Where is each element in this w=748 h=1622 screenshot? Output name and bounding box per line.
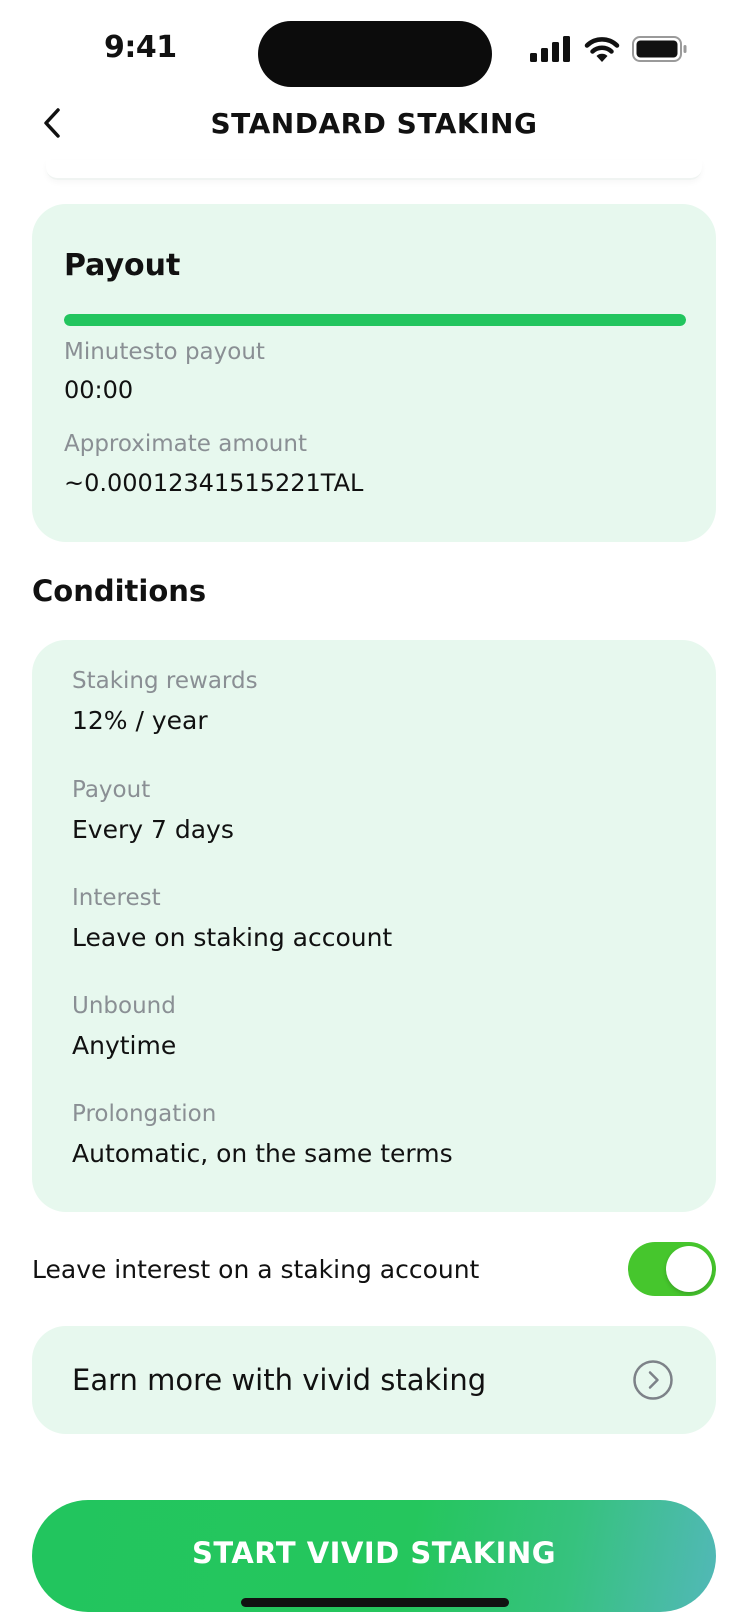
payout-card: Payout Minutesto payout 00:00 Approximat… [32, 204, 716, 542]
wifi-icon [584, 37, 620, 62]
minutes-to-payout-value: 00:00 [64, 376, 134, 404]
conditions-card: Staking rewards 12% / year Payout Every … [32, 640, 716, 1212]
prolongation-value: Automatic, on the same terms [72, 1139, 453, 1168]
unbound-value: Anytime [72, 1031, 177, 1060]
page-title: STANDARD STAKING [210, 107, 538, 140]
staking-rewards-label: Staking rewards [72, 668, 258, 694]
payout-title: Payout [64, 248, 181, 283]
minutes-to-payout-label: Minutesto payout [64, 339, 265, 365]
payout-frequency-label: Payout [72, 777, 151, 803]
leave-interest-label: Leave interest on a staking account [32, 1255, 480, 1284]
interest-label: Interest [72, 885, 161, 911]
home-indicator [241, 1598, 509, 1607]
battery-icon [632, 36, 687, 62]
status-bar: 9:41 [0, 0, 748, 100]
interest-value: Leave on staking account [72, 923, 393, 952]
toggle-knob [666, 1246, 712, 1292]
earn-more-card[interactable]: Earn more with vivid staking [32, 1326, 716, 1434]
dynamic-island [258, 21, 492, 87]
start-vivid-staking-button[interactable]: START VIVID STAKING [32, 1500, 716, 1612]
unbound-label: Unbound [72, 993, 176, 1019]
payout-frequency-value: Every 7 days [72, 815, 234, 844]
status-icons [530, 34, 688, 64]
chevron-right-circle-icon [633, 1360, 673, 1400]
prolongation-label: Prolongation [72, 1101, 217, 1127]
earn-more-label: Earn more with vivid staking [72, 1363, 487, 1397]
approximate-amount-label: Approximate amount [64, 431, 307, 457]
cellular-signal-icon [530, 36, 570, 62]
staking-rewards-value: 12% / year [72, 706, 208, 735]
payout-progress-fill [64, 314, 686, 326]
status-time: 9:41 [104, 30, 177, 65]
approximate-amount-value: ~0.00012341515221TAL [64, 469, 364, 497]
conditions-title: Conditions [32, 574, 207, 608]
leave-interest-row: Leave interest on a staking account [32, 1242, 716, 1300]
scrolled-card-edge [46, 160, 702, 180]
payout-progress-bar [64, 314, 686, 326]
leave-interest-toggle[interactable] [628, 1242, 716, 1296]
nav-bar: STANDARD STAKING [0, 95, 748, 155]
